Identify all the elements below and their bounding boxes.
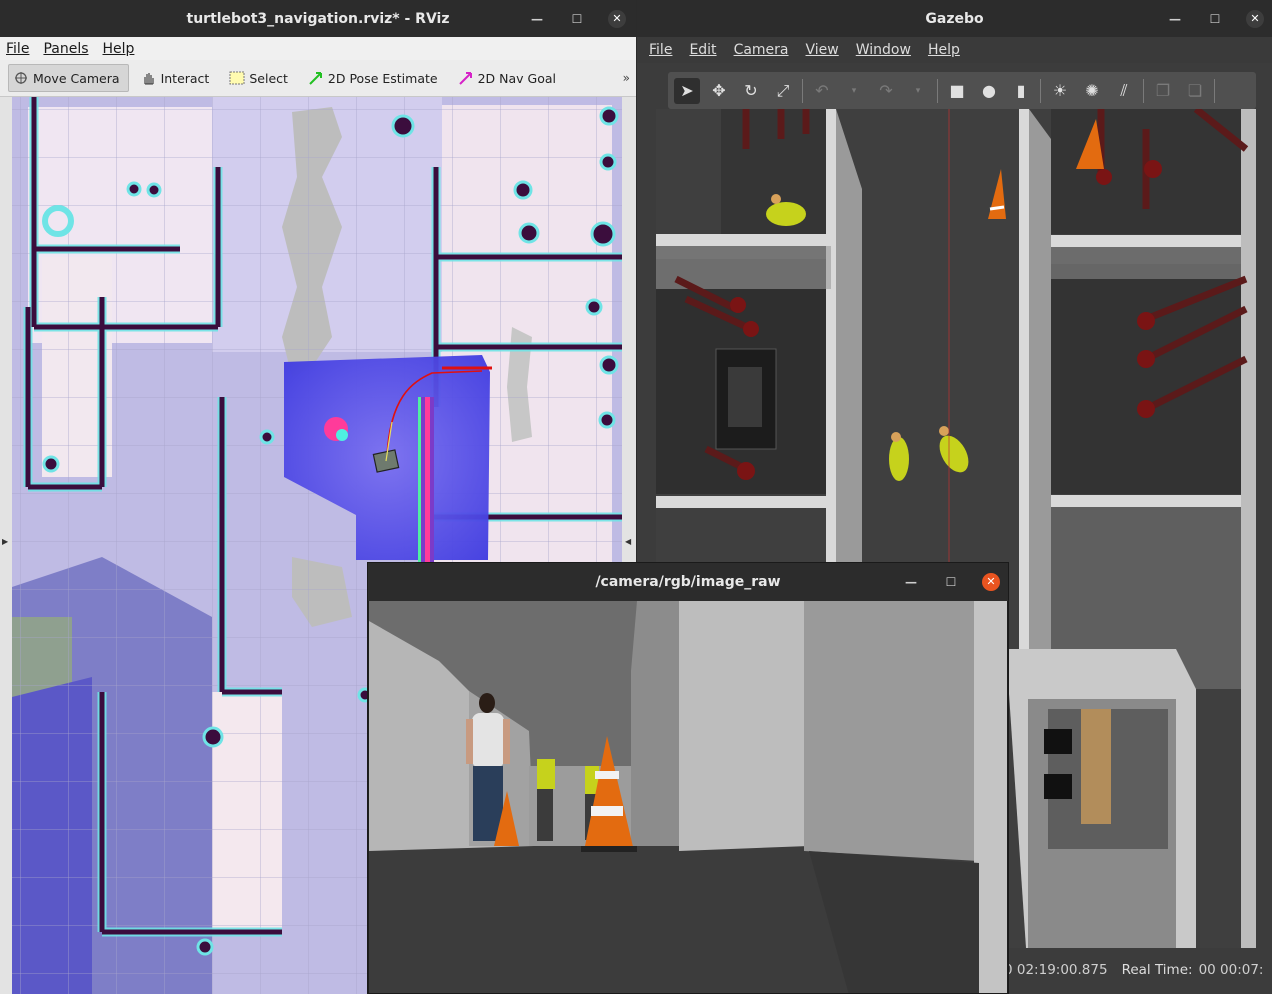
- menu-help[interactable]: Help: [103, 41, 135, 57]
- tool-select-label: Select: [249, 70, 288, 86]
- menu-edit[interactable]: Edit: [689, 42, 716, 58]
- paste-icon[interactable]: ❏: [1182, 78, 1208, 104]
- gazebo-titlebar[interactable]: Gazebo — ☐ ✕: [637, 0, 1272, 37]
- minimize-icon[interactable]: —: [902, 573, 920, 591]
- tool-interact-label: Interact: [160, 70, 210, 86]
- pose-arrow-icon: [309, 72, 322, 85]
- menu-file[interactable]: File: [6, 41, 29, 57]
- sphere-shape-icon[interactable]: ●: [976, 78, 1002, 104]
- spot-light-icon[interactable]: ✺: [1079, 78, 1105, 104]
- toolbar-divider: [1143, 78, 1144, 103]
- left-panel-collapse[interactable]: ▶: [0, 97, 12, 994]
- tool-2d-nav-goal-label: 2D Nav Goal: [477, 70, 556, 86]
- translate-mode-icon[interactable]: ✥: [706, 78, 732, 104]
- menu-help[interactable]: Help: [928, 42, 960, 58]
- rviz-toolbar: Move Camera Interact Select 2D Pose Esti…: [0, 60, 636, 97]
- redo-icon[interactable]: ↷: [873, 78, 899, 104]
- camera-titlebar[interactable]: /camera/rgb/image_raw — ☐ ✕: [368, 563, 1008, 601]
- menu-window[interactable]: Window: [856, 42, 911, 58]
- maximize-icon[interactable]: ☐: [1206, 10, 1224, 28]
- copy-icon[interactable]: ❐: [1150, 78, 1176, 104]
- close-icon[interactable]: ✕: [982, 572, 1000, 591]
- tool-move-camera[interactable]: Move Camera: [8, 64, 129, 92]
- toolbar-divider: [802, 78, 803, 103]
- move-camera-icon: [15, 72, 27, 84]
- minimize-icon[interactable]: —: [528, 10, 546, 28]
- rviz-titlebar[interactable]: turtlebot3_navigation.rviz* - RViz — ☐ ✕: [0, 0, 636, 37]
- tool-move-camera-label: Move Camera: [33, 70, 120, 86]
- menu-panels[interactable]: Panels: [43, 41, 88, 57]
- toolbar-overflow-icon[interactable]: »: [623, 71, 630, 85]
- toolbar-divider: [1214, 78, 1215, 103]
- gazebo-title: Gazebo: [925, 10, 984, 27]
- goal-arrow-icon: [458, 72, 472, 85]
- menu-camera[interactable]: Camera: [734, 42, 789, 58]
- maximize-icon[interactable]: ☐: [568, 10, 586, 28]
- redo-dropdown-icon[interactable]: ▾: [905, 78, 931, 104]
- camera-title: /camera/rgb/image_raw: [595, 574, 781, 590]
- minimize-icon[interactable]: —: [1166, 10, 1184, 28]
- maximize-icon[interactable]: ☐: [942, 573, 960, 591]
- real-time-value: 00 00:07:: [1198, 962, 1264, 978]
- rviz-menubar: File Panels Help: [0, 37, 636, 60]
- menu-view[interactable]: View: [806, 42, 839, 58]
- sim-time-value: 0 02:19:00.875: [1004, 962, 1108, 978]
- tool-2d-pose-estimate-label: 2D Pose Estimate: [327, 70, 438, 86]
- rviz-title: turtlebot3_navigation.rviz* - RViz: [186, 10, 450, 27]
- toolbar-divider: [937, 78, 938, 103]
- rotate-mode-icon[interactable]: ↻: [738, 78, 764, 104]
- undo-dropdown-icon[interactable]: ▾: [841, 78, 867, 104]
- gazebo-statusbar: 0 02:19:00.875 Real Time: 00 00:07:: [1004, 958, 1272, 982]
- close-icon[interactable]: ✕: [1246, 9, 1264, 28]
- hand-icon: [144, 73, 154, 85]
- camera-rgb-image: [369, 601, 1007, 993]
- tool-2d-pose-estimate[interactable]: 2D Pose Estimate: [304, 64, 446, 92]
- directional-light-icon[interactable]: ⫽: [1111, 78, 1137, 104]
- cylinder-shape-icon[interactable]: ▮: [1008, 78, 1034, 104]
- tool-select[interactable]: Select: [225, 64, 296, 92]
- box-shape-icon[interactable]: ■: [944, 78, 970, 104]
- tool-2d-nav-goal[interactable]: 2D Nav Goal: [454, 64, 564, 92]
- toolbar-divider: [1040, 78, 1041, 103]
- close-icon[interactable]: ✕: [608, 9, 626, 28]
- tool-interact[interactable]: Interact: [137, 64, 218, 92]
- undo-icon[interactable]: ↶: [809, 78, 835, 104]
- camera-frame: [369, 601, 1007, 993]
- gazebo-toolbar: ➤ ✥ ↻ ⤢ ↶ ▾ ↷ ▾ ■ ● ▮ ☀ ✺ ⫽ ❐ ❏: [668, 72, 1256, 109]
- scale-mode-icon[interactable]: ⤢: [770, 78, 796, 104]
- real-time-label: Real Time:: [1121, 962, 1193, 978]
- select-icon: [229, 71, 245, 85]
- camera-image-window: /camera/rgb/image_raw — ☐ ✕: [367, 562, 1009, 994]
- select-mode-icon[interactable]: ➤: [674, 77, 700, 104]
- point-light-icon[interactable]: ☀: [1047, 78, 1073, 104]
- gazebo-menubar: File Edit Camera View Window Help: [637, 37, 1272, 63]
- menu-file[interactable]: File: [649, 42, 672, 58]
